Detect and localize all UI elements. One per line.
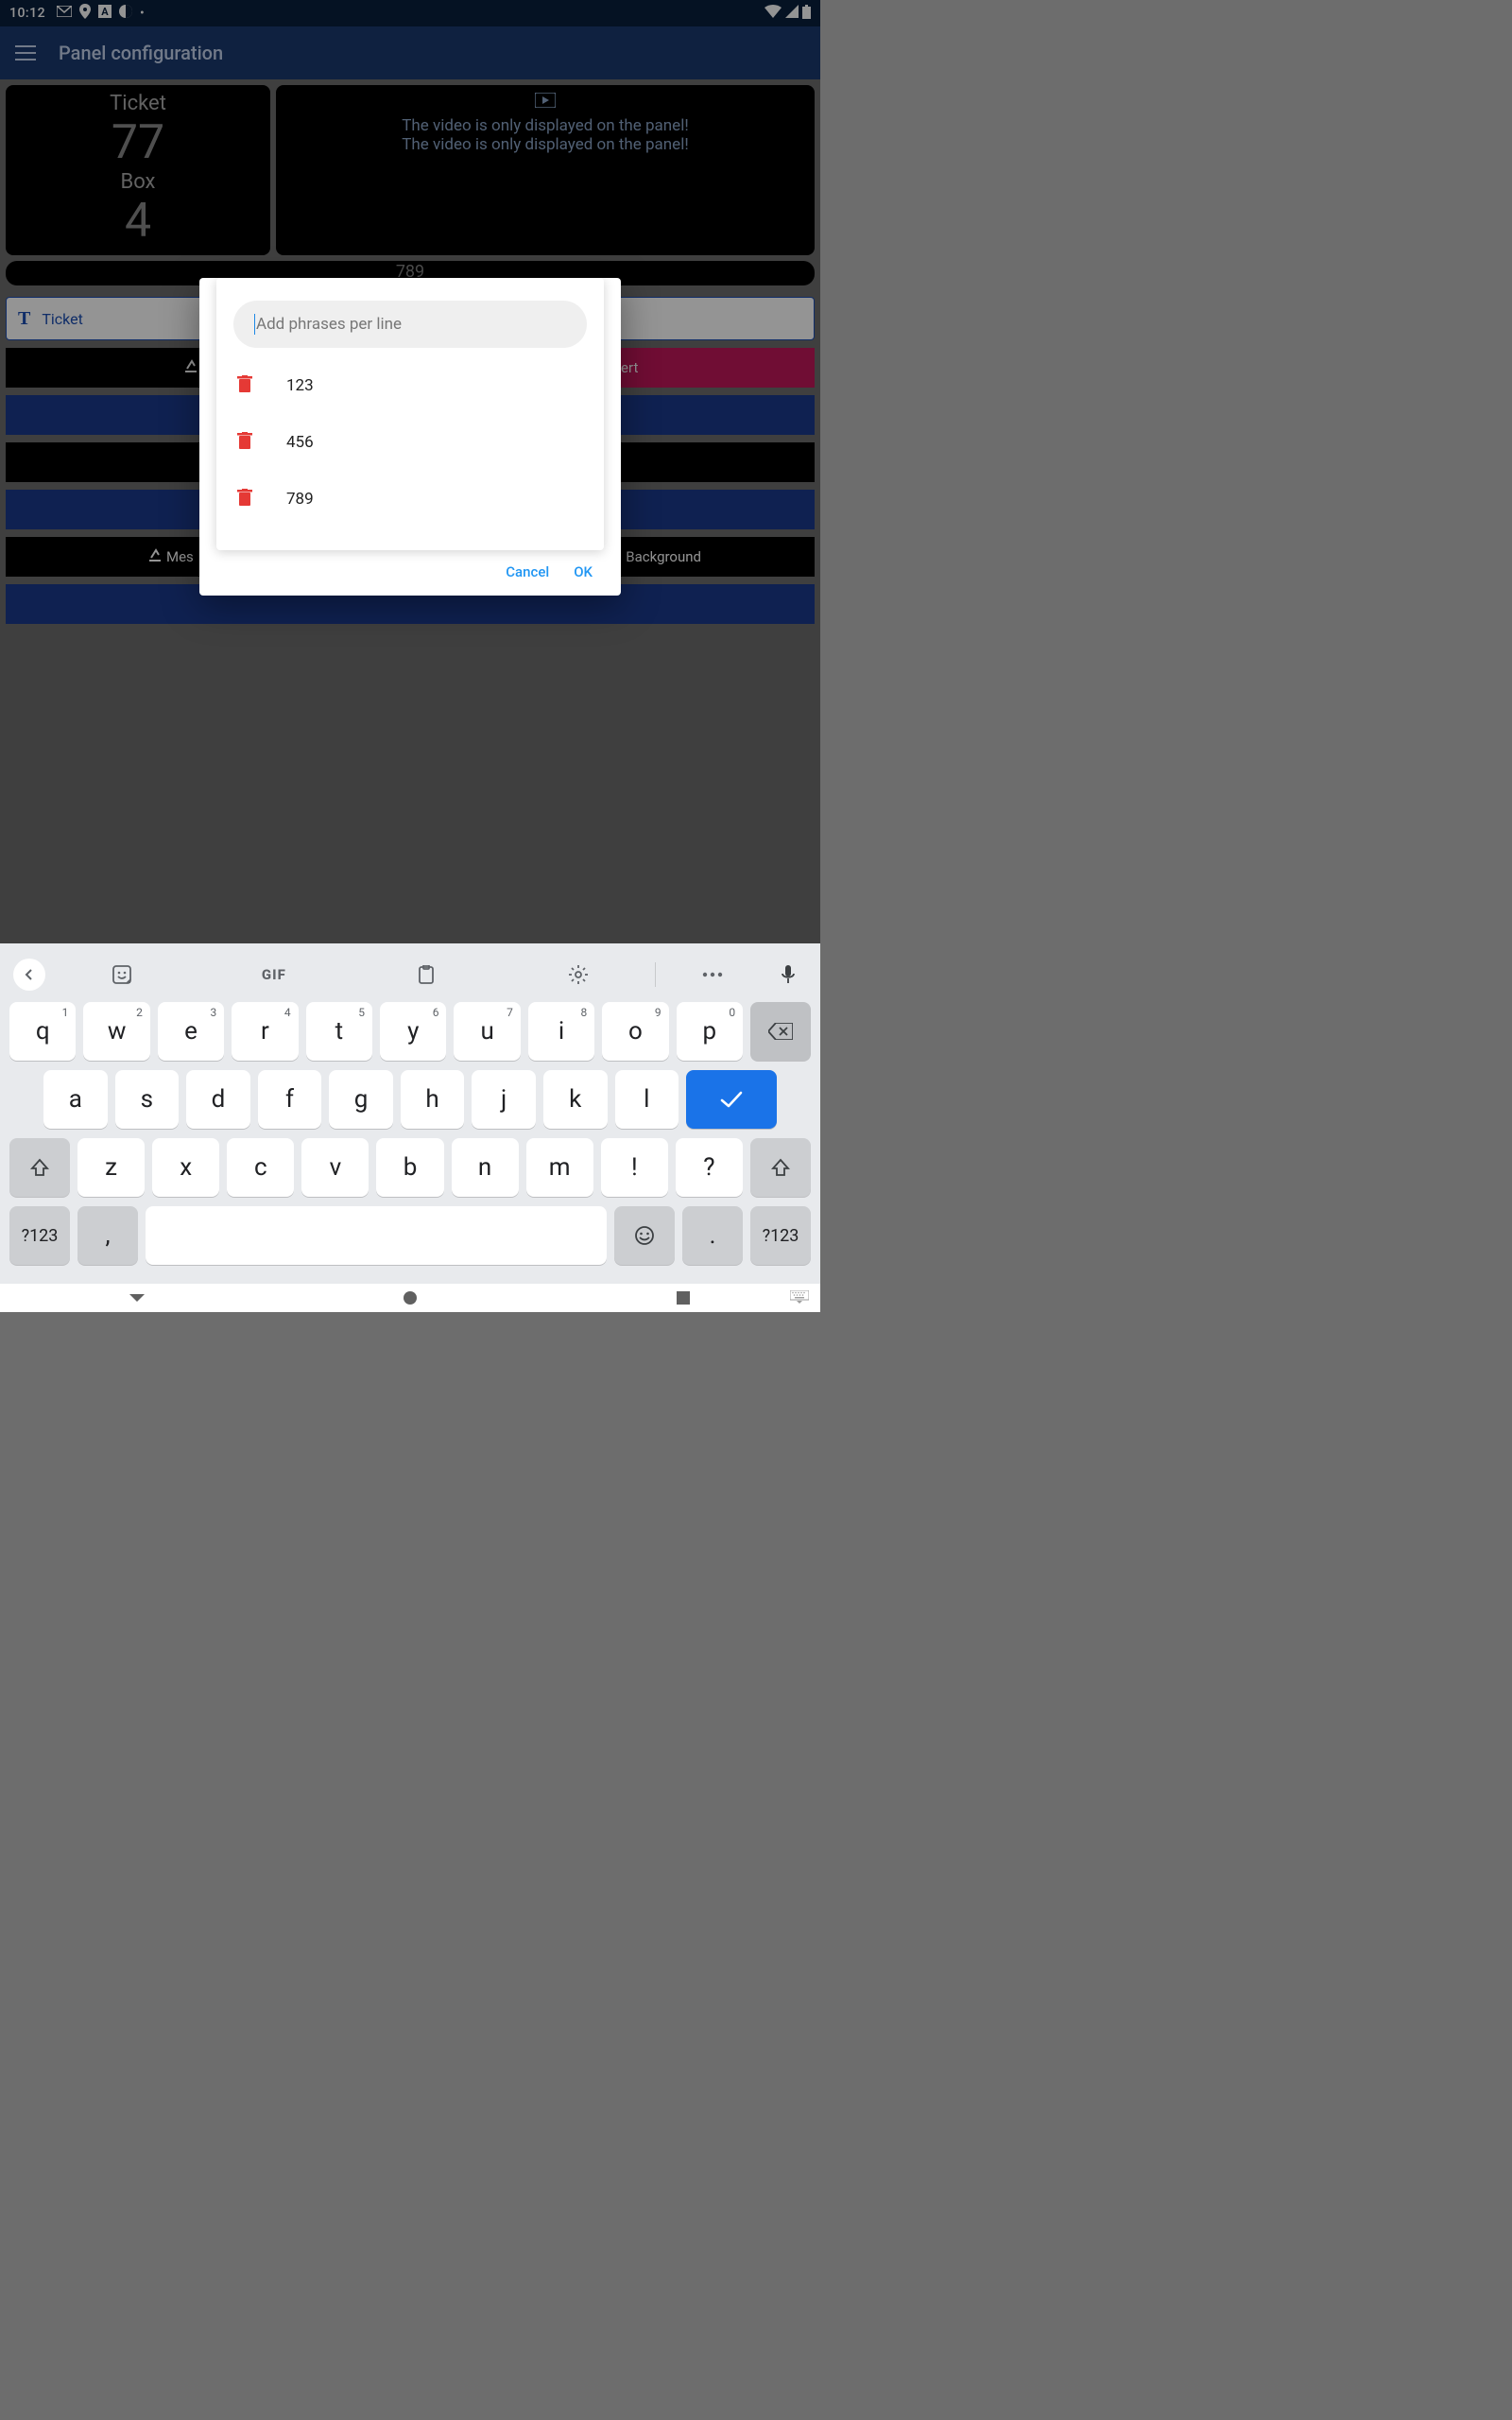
key-shift-right[interactable]	[750, 1138, 811, 1197]
phrases-dialog: Add phrases per line 123 456 789	[199, 278, 621, 596]
key-question[interactable]: ?	[676, 1138, 743, 1197]
phrase-input-placeholder: Add phrases per line	[256, 315, 402, 334]
key-y[interactable]: y6	[380, 1002, 446, 1061]
key-l[interactable]: l	[615, 1070, 679, 1129]
key-w[interactable]: w2	[83, 1002, 149, 1061]
kbd-settings-icon[interactable]	[503, 965, 655, 984]
key-x[interactable]: x	[152, 1138, 219, 1197]
key-c[interactable]: c	[227, 1138, 294, 1197]
key-period[interactable]: .	[682, 1206, 743, 1265]
key-i[interactable]: i8	[528, 1002, 594, 1061]
trash-icon[interactable]	[237, 375, 254, 396]
ok-button[interactable]: OK	[574, 563, 593, 580]
key-g[interactable]: g	[329, 1070, 393, 1129]
key-k[interactable]: k	[543, 1070, 608, 1129]
nav-back-icon[interactable]	[0, 1289, 273, 1306]
key-d[interactable]: d	[186, 1070, 250, 1129]
phrase-text: 456	[286, 433, 314, 452]
key-q[interactable]: q1	[9, 1002, 76, 1061]
phrase-input[interactable]: Add phrases per line	[233, 301, 587, 348]
kbd-back-icon[interactable]	[13, 959, 45, 991]
list-item: 123	[216, 357, 604, 414]
trash-icon[interactable]	[237, 489, 254, 510]
key-emoji[interactable]	[614, 1206, 675, 1265]
key-v[interactable]: v	[301, 1138, 369, 1197]
list-item: 456	[216, 414, 604, 471]
key-m[interactable]: m	[526, 1138, 593, 1197]
key-shift-left[interactable]	[9, 1138, 70, 1197]
key-f[interactable]: f	[258, 1070, 322, 1129]
nav-home-icon[interactable]	[273, 1290, 546, 1305]
key-o[interactable]: o9	[602, 1002, 668, 1061]
key-backspace[interactable]	[750, 1002, 811, 1061]
phrase-list: 123 456 789	[216, 357, 604, 527]
key-e[interactable]: e3	[158, 1002, 224, 1061]
android-navbar	[0, 1284, 820, 1312]
key-enter[interactable]	[686, 1070, 777, 1129]
key-u[interactable]: u7	[454, 1002, 520, 1061]
key-symbols-left[interactable]: ?123	[9, 1206, 70, 1265]
key-t[interactable]: t5	[306, 1002, 372, 1061]
key-exclaim[interactable]: !	[601, 1138, 668, 1197]
kbd-more-icon[interactable]	[656, 972, 769, 977]
key-j[interactable]: j	[472, 1070, 536, 1129]
key-n[interactable]: n	[452, 1138, 519, 1197]
key-symbols-right[interactable]: ?123	[750, 1206, 811, 1265]
kbd-collapse-icon[interactable]	[790, 1290, 809, 1306]
kbd-mic-icon[interactable]	[769, 965, 807, 984]
key-z[interactable]: z	[77, 1138, 145, 1197]
key-space[interactable]	[146, 1206, 607, 1265]
key-comma[interactable]: ,	[77, 1206, 138, 1265]
key-s[interactable]: s	[115, 1070, 180, 1129]
kbd-clipboard-icon[interactable]	[351, 965, 503, 984]
kbd-sticker-icon[interactable]	[45, 965, 198, 984]
key-h[interactable]: h	[401, 1070, 465, 1129]
list-item: 789	[216, 471, 604, 527]
kbd-gif-button[interactable]: GIF	[198, 966, 350, 983]
soft-keyboard: GIF q1w2e3r4t5y6u7i8o9p0 asdfghjkl zxcvb…	[0, 943, 820, 1284]
nav-recent-icon[interactable]	[547, 1291, 820, 1305]
key-b[interactable]: b	[376, 1138, 443, 1197]
trash-icon[interactable]	[237, 432, 254, 453]
phrase-text: 123	[286, 376, 314, 395]
cancel-button[interactable]: Cancel	[506, 563, 549, 580]
phrase-text: 789	[286, 490, 314, 509]
key-p[interactable]: p0	[677, 1002, 743, 1061]
key-a[interactable]: a	[43, 1070, 108, 1129]
key-r[interactable]: r4	[232, 1002, 298, 1061]
